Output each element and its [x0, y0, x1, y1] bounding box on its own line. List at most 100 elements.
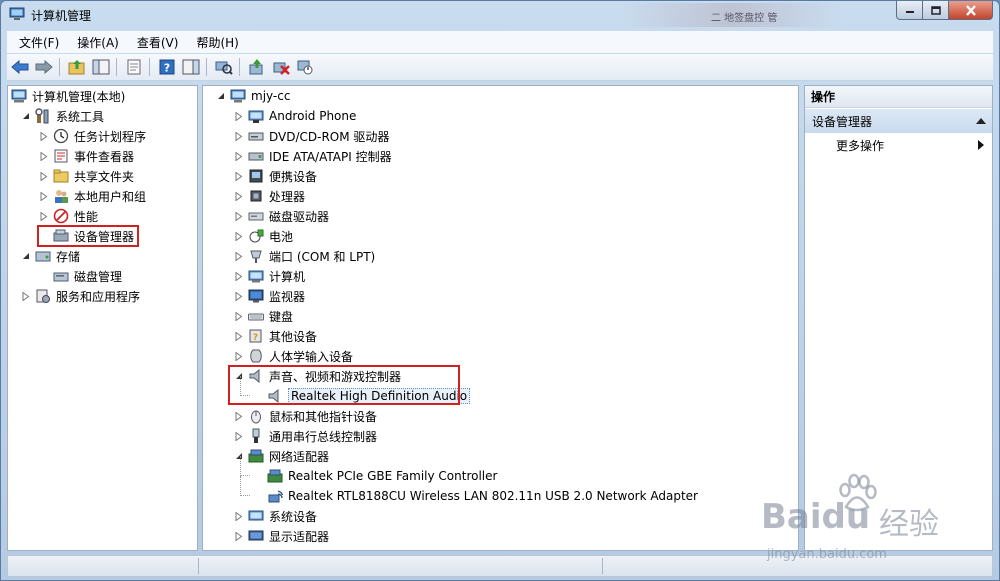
help-button[interactable]: ?	[156, 56, 178, 78]
collapse-up-icon[interactable]	[976, 117, 986, 125]
device-label: 声音、视频和游戏控制器	[269, 369, 402, 384]
update-driver-icon	[249, 59, 263, 75]
monitor-icon	[248, 289, 264, 303]
update-driver-button[interactable]	[246, 56, 268, 78]
collapsed-triangle-icon[interactable]	[234, 351, 244, 361]
menu-help[interactable]: 帮助(H)	[190, 34, 244, 51]
collapsed-triangle-icon[interactable]	[234, 111, 244, 121]
console-tree-item-label: 系统工具	[56, 109, 105, 124]
menu-view[interactable]: 查看(V)	[131, 34, 185, 51]
collapsed-triangle-icon[interactable]	[234, 291, 244, 301]
console-tree-item[interactable]: 任务计划程序	[39, 126, 146, 146]
forward-button[interactable]	[33, 56, 55, 78]
device-label: 网络适配器	[269, 449, 330, 464]
device-category[interactable]: 系统设备	[234, 506, 317, 526]
collapsed-triangle-icon[interactable]	[234, 311, 244, 321]
collapsed-triangle-icon[interactable]	[39, 171, 49, 181]
device-category[interactable]: 键盘	[234, 306, 293, 326]
expanded-triangle-icon[interactable]	[21, 251, 31, 261]
device-label: IDE ATA/ATAPI 控制器	[269, 149, 392, 164]
device-label: 便携设备	[269, 169, 318, 184]
show-hide-console-tree-button[interactable]	[90, 56, 112, 78]
console-tree-item[interactable]: 本地用户和组	[39, 186, 146, 206]
device-label: 通用串行总线控制器	[269, 429, 378, 444]
show-hide-action-pane-button[interactable]	[180, 56, 202, 78]
console-tree-item[interactable]: 性能	[39, 206, 98, 226]
device-category[interactable]: DVD/CD-ROM 驱动器	[234, 126, 389, 146]
disable-device-button[interactable]	[294, 56, 316, 78]
tools-icon	[35, 108, 49, 124]
device-category[interactable]: 电池	[234, 226, 293, 246]
collapsed-triangle-icon[interactable]	[39, 131, 49, 141]
device-category[interactable]: Android Phone	[234, 106, 356, 126]
console-tree-item[interactable]: 存储	[21, 246, 80, 266]
wireless-adapter-icon	[268, 490, 283, 503]
collapsed-triangle-icon[interactable]	[234, 251, 244, 261]
up-level-button[interactable]	[66, 56, 88, 78]
actions-section-device-manager[interactable]: 设备管理器	[805, 109, 992, 133]
collapsed-triangle-icon[interactable]	[234, 191, 244, 201]
device-category[interactable]: 计算机	[234, 266, 305, 286]
collapsed-triangle-icon[interactable]	[234, 151, 244, 161]
collapsed-triangle-icon[interactable]	[234, 511, 244, 521]
console-tree-item[interactable]: 共享文件夹	[39, 166, 134, 186]
device-label: 其他设备	[269, 329, 318, 344]
collapsed-triangle-icon[interactable]	[234, 271, 244, 281]
minimize-button[interactable]	[896, 1, 923, 20]
device-category[interactable]: 显示适配器	[234, 526, 329, 546]
tree-root-row[interactable]: mjy-cc	[216, 86, 290, 106]
device-tree-pane[interactable]: mjy-cc Android Phone DVD/CD-ROM 驱动器 IDE AT…	[202, 85, 799, 551]
scan-hardware-button[interactable]	[213, 56, 235, 78]
scan-hardware-icon	[215, 61, 233, 75]
maximize-button[interactable]	[923, 1, 949, 20]
collapsed-triangle-icon[interactable]	[234, 411, 244, 421]
collapsed-triangle-icon[interactable]	[234, 131, 244, 141]
collapsed-triangle-icon[interactable]	[234, 531, 244, 541]
device-item[interactable]: Realtek PCIe GBE Family Controller	[253, 466, 497, 486]
collapsed-triangle-icon[interactable]	[234, 431, 244, 441]
collapsed-triangle-icon[interactable]	[21, 291, 31, 301]
console-tree-item[interactable]: 服务和应用程序	[21, 286, 140, 306]
device-category[interactable]: 处理器	[234, 186, 305, 206]
computer-icon	[230, 89, 246, 103]
console-tree-item-label: 本地用户和组	[74, 189, 147, 204]
device-item[interactable]: Realtek RTL8188CU Wireless LAN 802.11n U…	[253, 486, 698, 506]
collapsed-triangle-icon[interactable]	[39, 191, 49, 201]
console-tree-item[interactable]: 事件查看器	[39, 146, 134, 166]
collapsed-triangle-icon[interactable]	[39, 211, 49, 221]
device-category[interactable]: 端口 (COM 和 LPT)	[234, 246, 375, 266]
device-category[interactable]: IDE ATA/ATAPI 控制器	[234, 146, 392, 166]
expanded-triangle-icon[interactable]	[21, 111, 31, 121]
collapsed-triangle-icon[interactable]	[39, 151, 49, 161]
console-tree-item-selected[interactable]: 设备管理器	[36, 225, 140, 247]
title-bar[interactable]: 计算机管理 二 地签盘控 管	[1, 1, 999, 29]
collapsed-triangle-icon[interactable]	[234, 231, 244, 241]
console-tree-item[interactable]: 系统工具	[21, 106, 104, 126]
console-tree-item[interactable]: 磁盘管理	[39, 266, 122, 286]
properties-button[interactable]	[123, 56, 145, 78]
back-button[interactable]	[9, 56, 31, 78]
more-actions-item[interactable]: 更多操作	[805, 134, 992, 156]
device-label: 鼠标和其他指针设备	[269, 409, 378, 424]
expanded-triangle-icon[interactable]	[216, 91, 226, 101]
device-category[interactable]: 通用串行总线控制器	[234, 426, 377, 446]
console-tree-item[interactable]: 计算机管理(本地)	[11, 86, 125, 106]
device-label: Realtek RTL8188CU Wireless LAN 802.11n U…	[288, 489, 698, 503]
menu-action[interactable]: 操作(A)	[71, 34, 125, 51]
device-category[interactable]: 鼠标和其他指针设备	[234, 406, 377, 426]
console-tree-pane[interactable]: 计算机管理(本地) 系统工具任务计划程序 事件查看器 共享文件夹本地用户和组性能 设备管…	[7, 85, 198, 551]
menu-file[interactable]: 文件(F)	[13, 34, 65, 51]
uninstall-button[interactable]	[270, 56, 292, 78]
device-category[interactable]: 人体学输入设备	[234, 346, 353, 366]
collapsed-triangle-icon[interactable]	[234, 171, 244, 181]
collapsed-triangle-icon[interactable]	[234, 331, 244, 341]
device-item[interactable]: Realtek High Definition Audio	[253, 386, 471, 406]
device-category[interactable]: 磁盘驱动器	[234, 206, 329, 226]
device-category[interactable]: 便携设备	[234, 166, 317, 186]
device-label: DVD/CD-ROM 驱动器	[269, 129, 390, 144]
device-category[interactable]: 声音、视频和游戏控制器	[234, 366, 401, 386]
collapsed-triangle-icon[interactable]	[234, 211, 244, 221]
close-button[interactable]	[949, 1, 993, 20]
device-category[interactable]: ? 其他设备	[234, 326, 317, 346]
device-category[interactable]: 监视器	[234, 286, 305, 306]
